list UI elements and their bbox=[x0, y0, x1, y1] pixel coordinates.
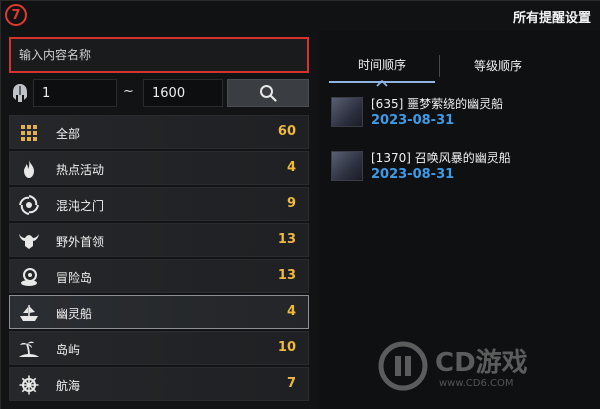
sort-tabs: 时间顺序 等级顺序 bbox=[329, 47, 551, 87]
site-watermark: CD游戏 www.CD6.COM bbox=[377, 336, 577, 400]
step-number-badge: 7 bbox=[5, 4, 27, 26]
category-label: 岛屿 bbox=[56, 343, 81, 357]
category-label: 冒险岛 bbox=[56, 271, 93, 285]
category-list: 全部 60 热点活动 4 混沌之门 9 野外首领 13 冒险岛 13 幽灵船 4… bbox=[9, 115, 309, 403]
watermark-text: CD游戏 bbox=[435, 348, 528, 378]
tab-time-order[interactable]: 时间顺序 bbox=[329, 47, 435, 83]
reminder-settings-window: 7 所有提醒设置 ~ bbox=[1, 1, 600, 409]
category-label: 幽灵船 bbox=[56, 307, 93, 321]
level-min-input[interactable] bbox=[33, 79, 117, 107]
quest-title: [1370] 召唤风暴的幽灵船 bbox=[371, 151, 511, 165]
watermark-url: www.CD6.COM bbox=[439, 378, 514, 389]
search-box bbox=[9, 37, 309, 73]
top-bar: 7 所有提醒设置 bbox=[1, 1, 600, 31]
ghost-ship-thumbnail bbox=[331, 151, 363, 181]
cd-logo-icon bbox=[378, 341, 428, 391]
right-panel: 时间顺序 等级顺序 [635] 噩梦萦绕的幽灵船 2023-08-31 [137… bbox=[321, 31, 600, 409]
category-label: 全部 bbox=[56, 127, 81, 141]
category-label: 热点活动 bbox=[56, 163, 105, 177]
category-label: 野外首领 bbox=[56, 235, 105, 249]
quest-title: [635] 噩梦萦绕的幽灵船 bbox=[371, 97, 504, 111]
level-range-row: ~ bbox=[9, 79, 309, 107]
ship-wheel-icon bbox=[18, 374, 40, 396]
vortex-icon bbox=[18, 194, 40, 216]
category-item-all[interactable]: 全部 60 bbox=[9, 115, 309, 149]
category-item-hot-events[interactable]: 热点活动 4 bbox=[9, 151, 309, 185]
quest-date: 2023-08-31 bbox=[371, 113, 455, 128]
horned-helmet-icon bbox=[18, 230, 40, 252]
category-item-voyage[interactable]: 航海 7 bbox=[9, 367, 309, 401]
content-name-search-input[interactable] bbox=[11, 39, 307, 71]
island-compass-icon bbox=[18, 266, 40, 288]
caret-up-icon bbox=[376, 79, 388, 87]
category-item-ghost-ship[interactable]: 幽灵船 4 bbox=[9, 295, 309, 329]
category-item-chaos-gate[interactable]: 混沌之门 9 bbox=[9, 187, 309, 221]
category-item-adventure-island[interactable]: 冒险岛 13 bbox=[9, 259, 309, 293]
search-icon bbox=[260, 85, 277, 102]
category-item-islands[interactable]: 岛屿 10 bbox=[9, 331, 309, 365]
category-count: 7 bbox=[286, 376, 296, 391]
ghost-ship-thumbnail bbox=[331, 97, 363, 127]
quest-item[interactable]: [1370] 召唤风暴的幽灵船 2023-08-31 bbox=[331, 147, 591, 191]
ghost-ship-icon bbox=[18, 302, 40, 324]
quest-item[interactable]: [635] 噩梦萦绕的幽灵船 2023-08-31 bbox=[331, 93, 591, 137]
palm-island-icon bbox=[18, 338, 40, 360]
category-label: 航海 bbox=[56, 379, 81, 393]
helmet-icon bbox=[13, 84, 27, 102]
category-item-field-boss[interactable]: 野外首领 13 bbox=[9, 223, 309, 257]
search-button[interactable] bbox=[227, 79, 309, 107]
grid-icon bbox=[18, 122, 40, 144]
tab-divider bbox=[439, 55, 440, 77]
quest-date: 2023-08-31 bbox=[371, 167, 455, 182]
category-count: 13 bbox=[277, 232, 296, 247]
level-max-input[interactable] bbox=[143, 79, 223, 107]
category-label: 混沌之门 bbox=[56, 199, 105, 213]
category-count: 4 bbox=[286, 160, 296, 175]
tab-level-order[interactable]: 等级顺序 bbox=[445, 47, 551, 83]
category-count: 10 bbox=[277, 340, 296, 355]
category-count: 13 bbox=[277, 268, 296, 283]
category-count: 60 bbox=[277, 124, 296, 139]
range-separator: ~ bbox=[123, 84, 134, 99]
left-panel: ~ 全部 60 bbox=[1, 31, 319, 409]
category-count: 9 bbox=[286, 196, 296, 211]
fire-icon bbox=[18, 158, 40, 180]
page-title: 所有提醒设置 bbox=[512, 11, 591, 26]
category-count: 4 bbox=[286, 304, 296, 319]
